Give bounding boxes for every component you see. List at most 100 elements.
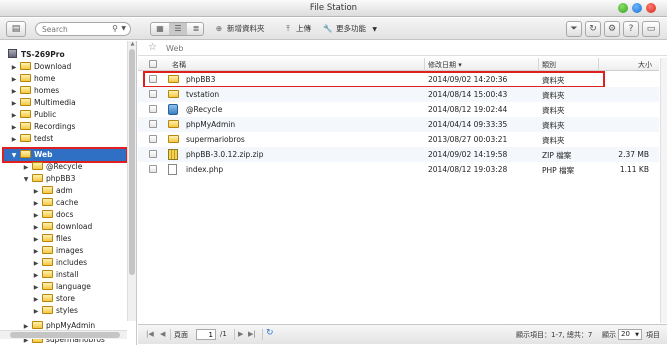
- settings-button[interactable]: ⚙: [604, 21, 620, 37]
- tree-item-includes[interactable]: ▶ includes: [32, 257, 87, 269]
- new-folder-button[interactable]: ⊕ 新增資料夾: [214, 23, 265, 34]
- cell-name[interactable]: phpMyAdmin: [186, 120, 235, 129]
- search-icon[interactable]: ⚲: [112, 24, 118, 33]
- page-label: 頁面: [174, 331, 188, 339]
- folder-icon: [42, 258, 53, 266]
- info-button[interactable]: ▭: [642, 21, 660, 37]
- column-header-size[interactable]: 大小: [638, 60, 652, 70]
- row-checkbox[interactable]: [149, 105, 157, 113]
- cell-size: 1.11 KB: [619, 165, 649, 174]
- tree-item-cache[interactable]: ▶ cache: [32, 197, 78, 209]
- collapse-arrow-icon[interactable]: ▼: [22, 174, 30, 186]
- next-page-icon[interactable]: ▶: [238, 330, 243, 338]
- tree-item-homes[interactable]: ▶ homes: [10, 85, 59, 97]
- table-row[interactable]: phpBB-3.0.12.zip.zip 2014/09/02 14:19:58…: [138, 147, 659, 162]
- cell-name[interactable]: index.php: [186, 165, 223, 174]
- search-input[interactable]: [42, 24, 102, 34]
- tree-item-label: includes: [56, 258, 88, 267]
- star-icon[interactable]: ☆: [148, 42, 157, 53]
- prev-page-icon[interactable]: ◀: [160, 330, 165, 338]
- sidebar-hscroll-thumb[interactable]: [10, 332, 120, 338]
- search-box[interactable]: ⚲ ▼: [35, 22, 131, 36]
- tree-item-store[interactable]: ▶ store: [32, 293, 75, 305]
- table-row[interactable]: @Recycle 2014/08/12 19:02:44 資料夾: [138, 102, 659, 117]
- tree-item-tedst[interactable]: ▶ tedst: [10, 133, 53, 145]
- first-page-icon[interactable]: |◀: [146, 330, 154, 338]
- last-page-icon[interactable]: ▶|: [248, 330, 256, 338]
- scroll-up-icon[interactable]: ▲: [128, 41, 136, 49]
- table-row[interactable]: index.php 2014/08/12 19:03:28 PHP 檔案 1.1…: [138, 162, 659, 177]
- tree-item-language[interactable]: ▶ language: [32, 281, 91, 293]
- detail-view-icon[interactable]: ≣: [187, 23, 203, 35]
- row-checkbox[interactable]: [149, 135, 157, 143]
- upload-button[interactable]: ⤒ 上傳: [283, 23, 311, 34]
- tree-item-public[interactable]: ▶ Public: [10, 109, 56, 121]
- more-actions-button[interactable]: 🔧 更多功能 ▼: [323, 23, 377, 34]
- tree-item-download-sub[interactable]: ▶ download: [32, 221, 92, 233]
- tree-item-images[interactable]: ▶ images: [32, 245, 83, 257]
- thumbnail-view-icon[interactable]: ▦: [151, 23, 169, 35]
- sidebar-scrollbar[interactable]: ▲: [127, 41, 136, 321]
- refresh-icon[interactable]: ↻: [266, 328, 274, 338]
- column-separator[interactable]: [598, 58, 599, 71]
- maximize-button[interactable]: [632, 3, 642, 13]
- column-header-name[interactable]: 名稱: [172, 60, 186, 70]
- toggle-sidebar-button[interactable]: ▤: [6, 21, 26, 37]
- table-row[interactable]: phpMyAdmin 2014/04/14 09:33:35 資料夾: [138, 117, 659, 132]
- select-all-checkbox[interactable]: [149, 60, 157, 68]
- sidebar-horizontal-scrollbar[interactable]: [0, 330, 127, 339]
- chevron-down-icon[interactable]: ▼: [121, 25, 126, 32]
- row-checkbox[interactable]: [149, 120, 157, 128]
- tree-item-label: files: [56, 234, 72, 243]
- folder-icon: [42, 246, 53, 254]
- folder-icon: [42, 186, 53, 194]
- file-list-scrollbar[interactable]: [660, 58, 667, 323]
- pagination-bar: |◀ ◀ 頁面 /1 ▶ ▶| ↻ 顯示項目：1-7, 總共：7 顯示 20 ▼…: [138, 324, 667, 344]
- tree-item-label: Download: [34, 62, 72, 71]
- zip-file-icon: [168, 149, 178, 160]
- per-page-select[interactable]: 20 ▼: [618, 329, 642, 340]
- column-separator[interactable]: [538, 58, 539, 71]
- list-view-icon[interactable]: ☰: [169, 23, 187, 35]
- minimize-button[interactable]: [618, 3, 628, 13]
- tree-item-styles[interactable]: ▶ styles: [32, 305, 78, 317]
- sidebar-scroll-thumb[interactable]: [129, 49, 135, 275]
- tree-item-download[interactable]: ▶ Download: [10, 61, 71, 73]
- breadcrumb[interactable]: Web: [166, 44, 183, 53]
- page-number-input[interactable]: [196, 329, 216, 340]
- tree-item-recycle[interactable]: ▶ @Recycle: [22, 161, 82, 173]
- tree-root[interactable]: TS-269Pro: [6, 49, 65, 61]
- help-button[interactable]: ?: [623, 21, 639, 37]
- cell-name[interactable]: tvstation: [186, 90, 219, 99]
- tree-item-multimedia[interactable]: ▶ Multimedia: [10, 97, 76, 109]
- tree-item-label: adm: [56, 186, 73, 195]
- row-checkbox[interactable]: [149, 165, 157, 173]
- table-row[interactable]: tvstation 2014/08/14 15:00:43 資料夾: [138, 87, 659, 102]
- folder-icon: [168, 120, 179, 128]
- cell-name[interactable]: phpBB-3.0.12.zip.zip: [186, 150, 263, 159]
- tree-item-docs[interactable]: ▶ docs: [32, 209, 73, 221]
- close-button[interactable]: [646, 3, 656, 13]
- row-checkbox[interactable]: [149, 150, 157, 158]
- display-info: 顯示項目：1-7, 總共：7: [516, 331, 593, 339]
- column-header-modified[interactable]: 修改日期 ▾: [428, 60, 462, 70]
- tree-item-adm[interactable]: ▶ adm: [32, 185, 73, 197]
- tree-item-label: @Recycle: [46, 162, 83, 171]
- refresh-button[interactable]: ↻: [585, 21, 601, 37]
- cell-name[interactable]: supermariobros: [186, 135, 245, 144]
- row-checkbox[interactable]: [149, 90, 157, 98]
- tree-item-files[interactable]: ▶ files: [32, 233, 71, 245]
- tree-item-phpbb3[interactable]: ▼ phpBB3: [22, 173, 75, 185]
- cell-name[interactable]: @Recycle: [186, 105, 222, 114]
- expand-arrow-icon[interactable]: ▶: [10, 134, 18, 146]
- tree-item-home[interactable]: ▶ home: [10, 73, 55, 85]
- column-separator[interactable]: [424, 58, 425, 71]
- tree-item-recordings[interactable]: ▶ Recordings: [10, 121, 75, 133]
- tree-item-install[interactable]: ▶ install: [32, 269, 78, 281]
- expand-arrow-icon[interactable]: ▶: [32, 306, 40, 318]
- column-header-type[interactable]: 類別: [542, 60, 556, 70]
- filter-button[interactable]: ⏷: [566, 21, 582, 37]
- table-row[interactable]: supermariobros 2013/08/27 00:03:21 資料夾: [138, 132, 659, 147]
- tree-item-label: download: [56, 222, 93, 231]
- refresh-icon: ↻: [589, 24, 597, 34]
